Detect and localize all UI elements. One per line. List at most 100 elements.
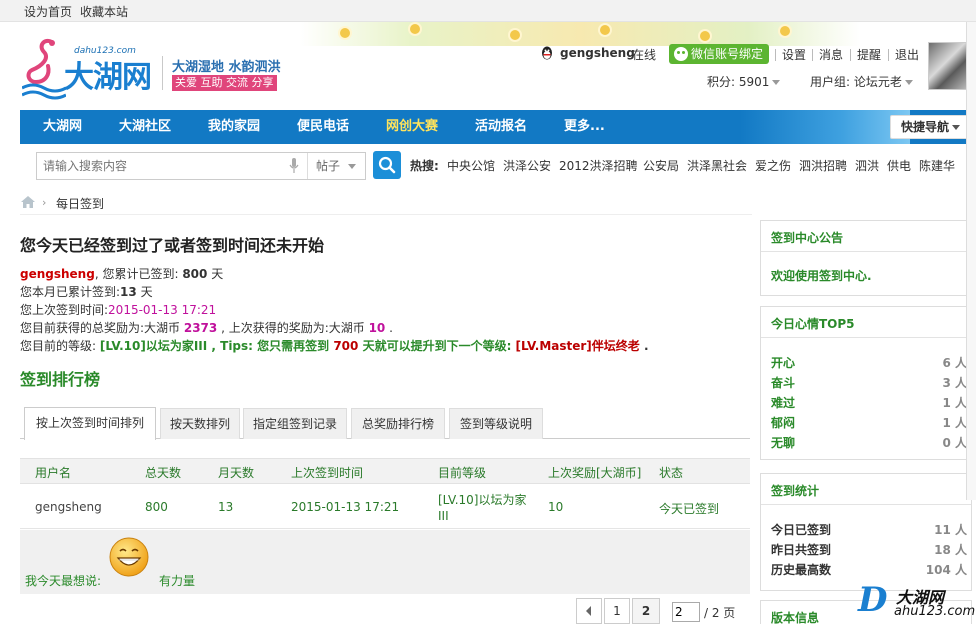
search-button[interactable] [373,151,401,179]
notice-title: 签到中心公告 [771,231,844,245]
wechat-bind-label: 微信账号绑定 [691,47,764,61]
username-link[interactable]: gengsheng [560,46,635,60]
page-total: / 2 页 [704,606,736,620]
table-header: 用户名 总天数 月天数 上次签到时间 目前等级 上次奖励[大湖币] 状态 [20,458,750,484]
page-link-1[interactable]: 1 [604,598,630,624]
search-box: 帖子 [36,152,366,180]
hot-term[interactable]: 洪泽公安 [503,157,551,174]
watermark-logo-icon: D [858,580,888,620]
settings-link[interactable]: 设置 [782,46,806,63]
usergroup-label: 用户组: 论坛元老 [810,75,902,89]
nav-item-contest[interactable]: 网创大赛 [386,110,438,144]
chevron-down-icon [348,164,357,169]
breadcrumb[interactable]: 每日签到 [56,195,104,212]
column-header: 总天数 [145,466,182,480]
quick-nav-label: 快捷导航 [901,120,950,134]
chevron-right-icon: › [42,196,47,209]
wechat-bind-button[interactable]: 微信账号绑定 [669,44,769,64]
cell-level-cont: III [438,509,449,523]
mood-label: 我今天最想说: [25,574,102,588]
page-jump-input[interactable] [672,602,700,622]
last-signin-line: 您上次签到时间:2015-01-13 17:21 [20,303,217,317]
chevron-down-icon [952,125,961,130]
mood-top5-title: 今日心情TOP5 [771,317,855,331]
cell-last-time: 2015-01-13 17:21 [291,500,400,514]
version-title: 版本信息 [771,611,820,624]
site-header: dahu123.com 大湖网 大湖湿地 水韵泗洪 关爱 互助 交流 分享 ge… [0,22,976,110]
page-link-current[interactable]: 2 [632,598,660,624]
mood-top5-box: 今日心情TOP5 开心 6 人 奋斗 3 人 难过 1 人 郁闷 1 人 无聊 0 人 [760,306,972,460]
column-header: 目前等级 [438,466,487,480]
tab-reward-ranking[interactable]: 总奖励排行榜 [351,408,445,439]
main-nav: 大湖网 大湖社区 我的家园 便民电话 网创大赛 活动报名 更多... [20,110,970,144]
nav-item-events[interactable]: 活动报名 [475,110,527,144]
column-header: 用户名 [35,466,72,480]
nav-item-community[interactable]: 大湖社区 [119,110,171,144]
hot-term[interactable]: 供电 [887,157,911,174]
microphone-icon[interactable] [289,158,299,174]
quick-nav-button[interactable]: 快捷导航 [890,115,970,139]
nav-decoration [740,110,910,144]
slogan-primary: 大湖湿地 水韵泗洪 [172,60,281,75]
tab-level-info[interactable]: 签到等级说明 [449,408,543,439]
hot-term[interactable]: 泗洪 [855,157,879,174]
column-header: 上次签到时间 [291,466,364,480]
hot-search-label: 热搜: [410,159,439,173]
hot-term[interactable]: 中央公馆 [447,157,495,174]
cell-level: [LV.10]以坛为家 [438,493,527,507]
slogan-secondary: 关爱 互助 交流 分享 [172,75,277,91]
table-row: gengsheng 800 13 2015-01-13 17:21 [LV.10… [20,485,750,529]
logout-link[interactable]: 退出 [895,46,919,63]
usergroup-menu[interactable]: 用户组: 论坛元老 [810,73,913,90]
search-input[interactable] [37,153,287,179]
tab-group-records[interactable]: 指定组签到记录 [243,408,347,439]
grin-face-icon [109,537,149,577]
username-label[interactable]: gengsheng [20,267,95,281]
month-days-line: 您本月已累计签到:13 天 [20,285,153,299]
flower-banner [300,22,860,46]
nav-item-phone[interactable]: 便民电话 [297,110,349,144]
qq-penguin-icon [542,46,552,60]
hot-term[interactable]: 2012洪泽招聘 [559,157,638,174]
home-icon[interactable] [21,196,35,208]
messages-link[interactable]: 消息 [819,46,843,63]
hot-term[interactable]: 爱之伤 [755,157,791,174]
mood-row: 我今天最想说: 有力量 [20,530,750,594]
column-header: 状态 [659,466,684,480]
cell-total-days: 800 [145,500,168,514]
watermark-url: ahu123.com [894,604,976,619]
nav-item-more[interactable]: 更多... [564,110,605,144]
chevron-down-icon [904,80,913,85]
ranking-tabs: 按上次签到时间排列 按天数排列 指定组签到记录 总奖励排行榜 签到等级说明 [20,405,750,440]
stats-title: 签到统计 [771,484,820,498]
page-title: 您今天已经签到过了或者签到时间还未开始 [20,236,325,255]
reward-line: 您目前获得的总奖励为:大湖币 2373 , 上次获得的奖励为:大湖币 10 . [20,321,393,335]
wechat-icon [674,47,688,61]
notice-box: 签到中心公告 欢迎使用签到中心. [760,220,972,296]
bookmark-link[interactable]: 收藏本站 [80,3,128,20]
hot-term[interactable]: 洪泽黑社会 [687,157,747,174]
hot-term[interactable]: 泗洪招聘 [799,157,847,174]
scrollbar[interactable] [966,22,976,500]
tab-by-days[interactable]: 按天数排列 [160,408,240,439]
flamingo-logo-icon[interactable] [22,36,66,100]
hot-term[interactable]: 公安局 [643,157,679,174]
notifications-link[interactable]: 提醒 [857,46,881,63]
points-menu[interactable]: 积分: 5901 [707,73,781,90]
points-label: 积分: 5901 [707,75,770,89]
cell-month-days: 13 [218,500,234,514]
logo-text[interactable]: 大湖网 [64,52,152,96]
nav-item-my-home[interactable]: 我的家园 [208,110,260,144]
ranking-title: 签到排行榜 [20,370,101,389]
search-type-select[interactable]: 帖子 [307,153,365,179]
stats-box: 签到统计 今日已签到 11 人 昨日共签到 18 人 历史最高数 104 人 [760,473,972,591]
prev-page-button[interactable] [576,598,602,624]
hot-term[interactable]: 陈建华 [919,157,955,174]
set-home-link[interactable]: 设为首页 [24,3,72,20]
online-status[interactable]: 在线 [632,46,656,63]
tab-by-last-time[interactable]: 按上次签到时间排列 [24,407,156,440]
level-line: 您目前的等级: [LV.10]以坛为家III , Tips: 您只需再签到 70… [20,339,649,353]
nav-item-home[interactable]: 大湖网 [43,110,82,144]
cell-username[interactable]: gengsheng [35,500,102,514]
cell-reward: 10 [548,500,564,514]
